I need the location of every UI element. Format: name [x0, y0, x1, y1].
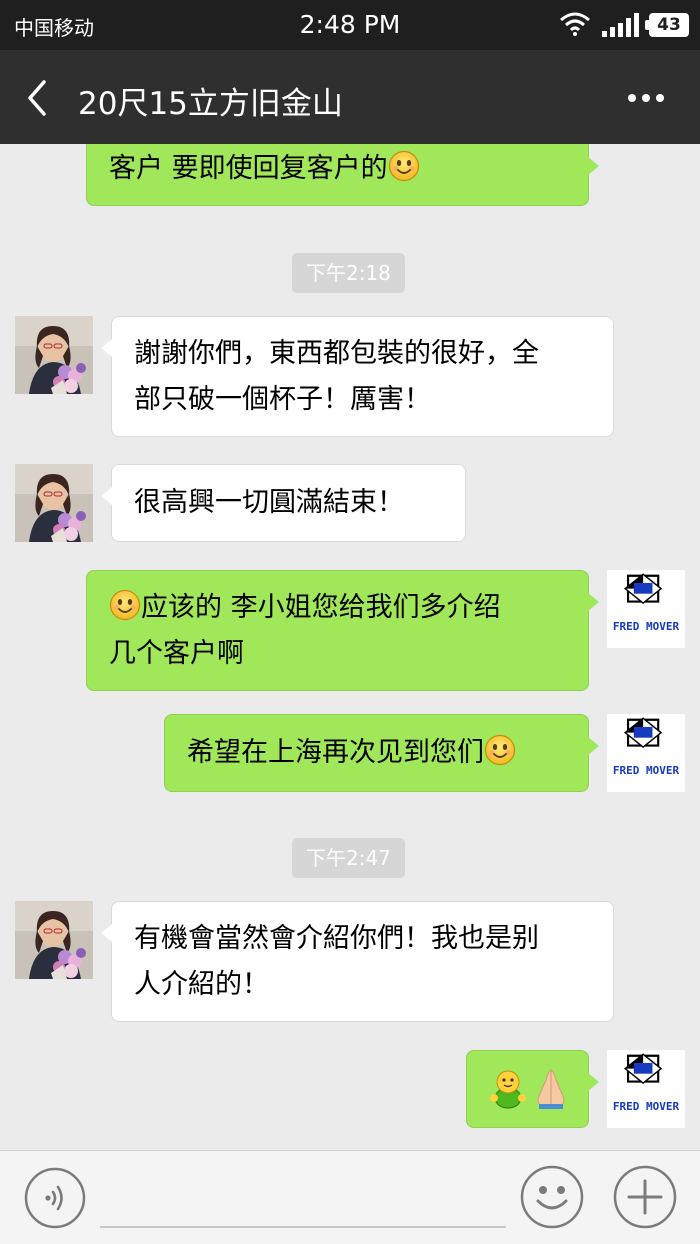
thumbs-up-figure-emoji-icon: [490, 1070, 526, 1109]
fred-mover-logo-icon: [607, 1050, 685, 1106]
message-bubble-sent[interactable]: [466, 1050, 599, 1128]
chat-title: 20尺15立方旧金山: [78, 86, 343, 122]
input-bar: [0, 1150, 700, 1244]
fred-mover-logo-icon: [607, 714, 685, 770]
message-text: 希望在上海再次见到您们: [187, 737, 484, 768]
status-clock: 2:48 PM: [299, 10, 401, 39]
praying-hands-emoji-icon: [537, 1069, 565, 1109]
message-list[interactable]: 客户 要即使回复客户的 下午2:18 謝謝你們，東西都包裝的很好，全 部只破一個…: [0, 144, 700, 1150]
user-avatar[interactable]: FRED MOVER: [607, 1050, 685, 1128]
message-text: 很高興一切圓滿結束！: [134, 487, 404, 518]
message-bubble-received[interactable]: 謝謝你們，東西都包裝的很好，全 部只破一個杯子！厲害！: [101, 316, 614, 437]
contact-avatar[interactable]: [15, 901, 93, 979]
smile-emoji-icon: [484, 734, 516, 766]
plus-icon[interactable]: [613, 1165, 677, 1229]
voice-icon[interactable]: [24, 1167, 86, 1229]
logo-caption: FRED MOVER: [612, 1100, 680, 1113]
signal-icon: [602, 13, 639, 37]
message-bubble-received[interactable]: 有機會當然會介紹你們！我也是别 人介紹的！: [101, 901, 614, 1022]
message-timestamp: 下午2:47: [292, 838, 405, 878]
battery-indicator: 43: [645, 13, 689, 37]
message-text: 部只破一個杯子！厲害！: [134, 384, 431, 415]
emoji-icon[interactable]: [520, 1165, 584, 1229]
user-avatar[interactable]: FRED MOVER: [607, 714, 685, 792]
message-text: 謝謝你們，東西都包裝的很好，全: [134, 338, 539, 369]
smile-emoji-icon: [109, 589, 141, 621]
message-text: 人介紹的！: [134, 969, 269, 1000]
message-text: 客户 要即使回复客户的: [109, 153, 388, 184]
message-text: 几个客户啊: [109, 638, 244, 669]
status-bar: 中国移动 2:48 PM 43: [0, 0, 700, 50]
message-text: 有機會當然會介紹你們！我也是别: [134, 923, 539, 954]
more-dots-icon[interactable]: [620, 88, 668, 108]
back-arrow-icon[interactable]: [22, 78, 52, 118]
message-bubble-received[interactable]: 很高興一切圓滿結束！: [101, 464, 466, 542]
logo-caption: FRED MOVER: [612, 764, 680, 777]
fred-mover-logo-icon: [607, 570, 685, 626]
message-timestamp: 下午2:18: [292, 253, 405, 293]
smile-emoji-icon: [388, 150, 420, 182]
input-underline: [100, 1226, 506, 1228]
wifi-icon: [560, 12, 590, 36]
user-avatar[interactable]: FRED MOVER: [607, 570, 685, 648]
message-text: 应该的 李小姐您给我们多介绍: [141, 592, 501, 623]
contact-avatar[interactable]: [15, 316, 93, 394]
message-bubble-sent[interactable]: 应该的 李小姐您给我们多介绍 几个客户啊: [86, 570, 599, 691]
logo-caption: FRED MOVER: [612, 620, 680, 633]
chat-header: 20尺15立方旧金山: [0, 50, 700, 144]
message-bubble-sent[interactable]: 客户 要即使回复客户的: [86, 144, 599, 206]
contact-avatar[interactable]: [15, 464, 93, 542]
message-input[interactable]: [100, 1171, 506, 1223]
message-bubble-sent[interactable]: 希望在上海再次见到您们: [164, 714, 599, 792]
